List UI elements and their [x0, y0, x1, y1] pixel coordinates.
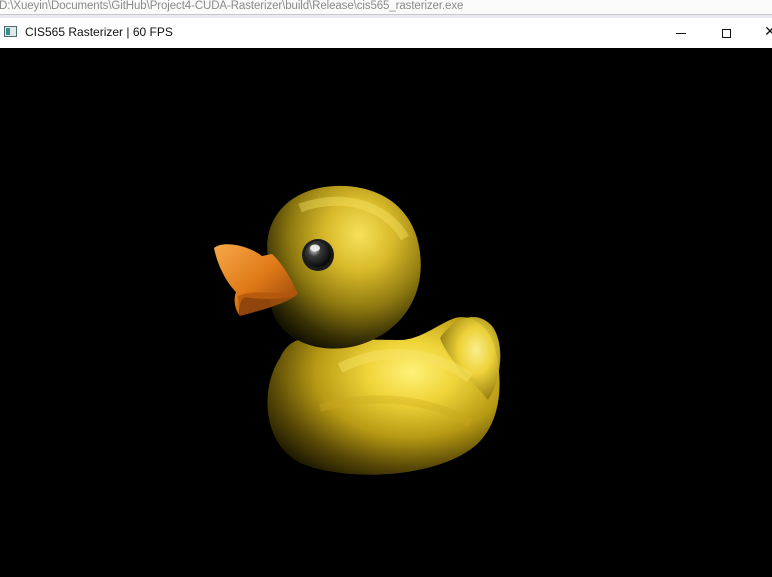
maximize-button[interactable] — [703, 18, 749, 48]
duck-head — [267, 185, 421, 349]
close-icon: ✕ — [764, 24, 772, 40]
render-viewport[interactable] — [0, 48, 772, 577]
application-icon[interactable] — [4, 26, 17, 37]
window-title: CIS565 Rasterizer | 60 FPS — [25, 25, 173, 39]
minimize-button[interactable] — [658, 18, 704, 48]
console-window-strip[interactable]: D:\Xueyin\Documents\GitHub\Project4-CUDA… — [0, 0, 772, 15]
desktop-screen: D:\Xueyin\Documents\GitHub\Project4-CUDA… — [0, 0, 772, 577]
minimize-icon — [676, 32, 686, 34]
close-button[interactable]: ✕ — [747, 18, 772, 48]
duck-render — [214, 185, 501, 475]
console-path-text: D:\Xueyin\Documents\GitHub\Project4-CUDA… — [0, 0, 464, 12]
title-bar[interactable]: CIS565 Rasterizer | 60 FPS ✕ — [0, 18, 772, 48]
maximize-icon — [721, 28, 731, 38]
